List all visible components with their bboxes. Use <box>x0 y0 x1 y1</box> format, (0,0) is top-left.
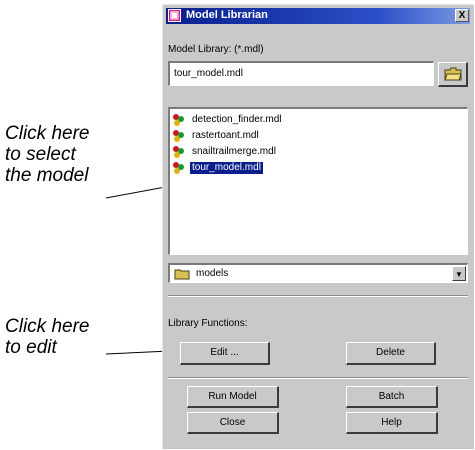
divider <box>168 377 468 379</box>
list-item[interactable]: snailtrailmerge.mdl <box>172 145 372 159</box>
close-window-button[interactable]: X <box>455 9 469 22</box>
directory-dropdown[interactable]: models ▼ <box>168 263 468 283</box>
help-button[interactable]: Help <box>346 412 438 434</box>
list-item-label: rastertoant.mdl <box>192 130 259 141</box>
list-item-label: tour_model.mdl <box>190 162 263 174</box>
list-item[interactable]: detection_finder.mdl <box>172 113 372 127</box>
folder-open-icon <box>444 67 462 81</box>
directory-value: models <box>196 268 229 279</box>
model-librarian-dialog: ▣ Model Librarian X Model Library: (*.md… <box>162 4 474 449</box>
window-title: Model Librarian <box>186 9 268 21</box>
run-model-button[interactable]: Run Model <box>187 386 279 408</box>
library-functions-label: Library Functions: <box>168 318 248 329</box>
delete-button[interactable]: Delete <box>346 342 436 365</box>
browse-folder-button[interactable] <box>438 62 468 87</box>
chevron-down-icon[interactable]: ▼ <box>452 266 466 281</box>
model-file-icon <box>173 130 184 142</box>
model-file-icon <box>173 146 184 158</box>
model-file-input[interactable]: tour_model.mdl <box>168 61 434 86</box>
list-item[interactable]: rastertoant.mdl <box>172 129 372 143</box>
model-file-icon <box>173 162 184 174</box>
model-file-value: tour_model.mdl <box>174 68 243 79</box>
folder-icon <box>174 269 190 280</box>
close-button[interactable]: Close <box>187 412 279 434</box>
edit-arrow <box>105 350 171 355</box>
imagine-app-icon: ▣ <box>168 9 181 22</box>
title-bar[interactable]: ▣ Model Librarian X <box>166 8 470 24</box>
model-list[interactable]: detection_finder.mdl rastertoant.mdl sna… <box>168 107 468 255</box>
list-item-label: detection_finder.mdl <box>192 114 282 125</box>
edit-button[interactable]: Edit ... <box>180 342 270 365</box>
divider <box>168 295 468 297</box>
batch-button[interactable]: Batch <box>346 386 438 408</box>
list-item-label: snailtrailmerge.mdl <box>192 146 276 157</box>
list-item-selected[interactable]: tour_model.mdl <box>172 161 372 175</box>
model-library-label: Model Library: (*.mdl) <box>168 44 264 55</box>
model-file-icon <box>173 114 184 126</box>
